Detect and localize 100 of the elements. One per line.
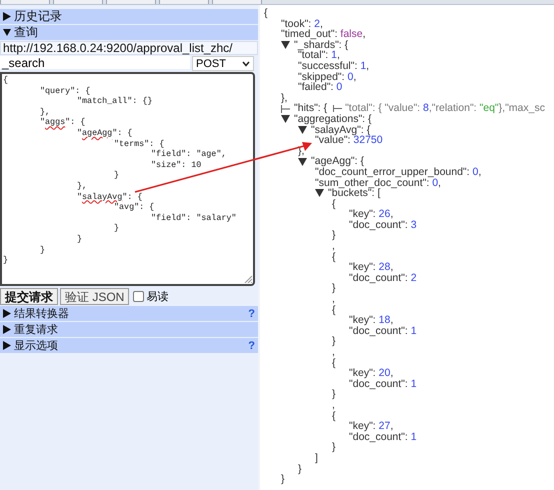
json-text: "key": — [349, 368, 376, 379]
json-text: "salayAvg": { — [311, 124, 370, 136]
json-text: false — [340, 29, 363, 40]
section-title[interactable]: 结果转换器 — [14, 306, 69, 321]
json-text: "took": — [281, 18, 312, 30]
json-text: { — [332, 198, 336, 210]
json-text: "total": — [298, 50, 328, 61]
json-text: "ageAgg": { — [311, 156, 364, 167]
collapse-icon[interactable] — [333, 105, 342, 112]
json-text: , — [353, 72, 356, 82]
section-header[interactable]: 查询 — [0, 25, 258, 40]
triangle-down-icon[interactable] — [281, 115, 290, 124]
json-text: 3 — [410, 220, 417, 230]
json-text: "buckets": [ — [328, 188, 380, 199]
json-text: "sum_other_doc_count": — [315, 178, 430, 188]
json-text: "aggregations": { — [294, 114, 372, 125]
query-editor[interactable]: { "query": { "match_all": {} }, "aggs": { "ageAgg": { "terms": { "field": "age", "size": 10 } }, "salayAvg": { "avg": { "field": "salary" } } } } — [0, 72, 255, 286]
section-header[interactable]: 历史记录 — [0, 9, 258, 24]
triangle-down-icon[interactable] — [281, 41, 290, 50]
json-text: }, — [281, 92, 288, 104]
json-text: , — [390, 262, 394, 273]
json-text: "total": { "value": — [345, 103, 422, 114]
json-text: { — [332, 252, 336, 262]
json-text: "key": — [349, 421, 376, 432]
json-text: , — [332, 241, 335, 252]
method-dropdown[interactable]: POST — [192, 56, 254, 71]
json-text: 1 — [331, 50, 337, 61]
section-title[interactable]: 查询 — [14, 24, 38, 41]
json-text: 0 — [336, 82, 342, 93]
triangle-right-icon[interactable] — [3, 341, 11, 350]
json-text: ,"relation": — [428, 103, 478, 114]
json-text: , — [336, 50, 340, 61]
json-text: 0 — [472, 166, 478, 178]
section-title[interactable]: 历史记录 — [14, 8, 62, 25]
url-field[interactable]: http://192.168.0.24:9200/approval_list_zhc/ — [0, 41, 258, 55]
triangle-down-icon[interactable] — [298, 158, 307, 166]
validate-json-button[interactable]: 验证 JSON — [60, 288, 130, 304]
json-text: 32750 — [353, 135, 383, 146]
json-text: , — [362, 29, 366, 40]
json-text: , — [366, 60, 370, 72]
json-text: 8 — [423, 103, 429, 114]
json-text: "hits": { — [294, 103, 328, 114]
section-header[interactable]: 重复请求 — [0, 322, 258, 337]
json-text: , — [390, 315, 394, 326]
json-text: "key": — [349, 262, 376, 273]
path-field[interactable]: _search — [0, 56, 190, 69]
json-text: 2 — [314, 18, 320, 30]
json-text: , — [332, 347, 335, 358]
json-text: 20 — [378, 368, 390, 379]
json-text: , — [332, 294, 335, 305]
json-text: "successful": — [298, 60, 358, 72]
triangle-right-icon[interactable] — [3, 309, 11, 318]
json-text: "doc_count_error_upper_bound": — [315, 166, 471, 178]
help-link[interactable]: ? — [248, 308, 255, 320]
json-text: { — [332, 358, 336, 368]
json-text: "doc_count": — [349, 326, 409, 336]
json-text: "doc_count": — [349, 220, 409, 230]
triangle-down-icon[interactable] — [3, 28, 11, 37]
resize-grip-icon[interactable] — [244, 275, 252, 283]
json-text: 1 — [410, 432, 417, 442]
json-text: , — [390, 368, 394, 379]
collapse-icon[interactable] — [281, 104, 290, 113]
json-text: 2 — [410, 272, 417, 284]
json-text: , — [390, 421, 394, 432]
json-text: } — [332, 336, 336, 347]
json-text: } — [332, 389, 336, 400]
help-link[interactable]: ? — [248, 340, 255, 352]
json-text: } — [281, 474, 285, 485]
json-text: , — [332, 400, 335, 411]
section-header[interactable]: 显示选项 ? — [0, 338, 258, 353]
json-text: } — [332, 230, 336, 242]
caret-icon[interactable] — [242, 60, 250, 66]
section-header[interactable]: 结果转换器 ? — [0, 306, 258, 321]
json-text: "timed_out": — [281, 29, 338, 40]
json-text: ] — [315, 452, 318, 464]
section-title[interactable]: 显示选项 — [14, 338, 58, 353]
triangle-right-icon[interactable] — [3, 12, 11, 21]
json-text: 1 — [360, 60, 366, 72]
json-text: } — [332, 283, 336, 294]
section-title[interactable]: 重复请求 — [14, 322, 58, 337]
triangle-down-icon[interactable] — [315, 189, 324, 198]
triangle-right-icon[interactable] — [3, 325, 11, 334]
json-text: "key": — [349, 315, 376, 326]
triangle-down-icon[interactable] — [298, 126, 307, 134]
json-text: "doc_count": — [349, 272, 409, 284]
json-text: 28 — [378, 262, 390, 273]
json-text: , — [320, 18, 323, 30]
json-text: { — [332, 410, 336, 422]
json-text: } — [332, 442, 336, 453]
pretty-checkbox[interactable] — [133, 290, 144, 302]
checkbox-label: 易读 — [146, 290, 168, 304]
submit-button[interactable]: 提交请求 — [0, 288, 58, 304]
json-text: "doc_count": — [349, 378, 409, 390]
json-text: "skipped": — [298, 72, 346, 82]
json-text: 1 — [410, 326, 417, 336]
json-text: { — [264, 8, 268, 19]
json-text: "_shards": { — [294, 40, 348, 50]
json-text: 0 — [432, 178, 438, 188]
json-text: , — [390, 209, 394, 220]
json-text: "doc_count": — [349, 432, 409, 442]
